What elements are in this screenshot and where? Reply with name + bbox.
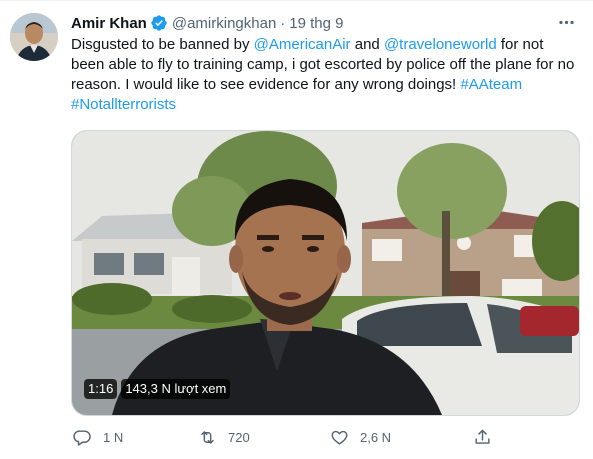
more-icon — [558, 20, 574, 24]
share-icon — [475, 429, 490, 444]
reply-icon — [73, 429, 91, 446]
share-button[interactable] — [473, 428, 503, 447]
hashtag-link[interactable]: #AAteam — [460, 76, 522, 93]
retweet-count: 720 — [228, 429, 250, 445]
mention-link[interactable]: @traveloneworld — [384, 36, 497, 53]
tweet[interactable]: Amir Khan @amirkingkhan · 19 thg 9 Disgu… — [0, 0, 593, 459]
video-overlay: 1:16 143,3 N lượt xem — [84, 379, 231, 399]
tweet-date[interactable]: 19 thg 9 — [289, 15, 343, 32]
author-name[interactable]: Amir Khan — [71, 15, 147, 32]
mention-link[interactable]: @AmericanAir — [254, 36, 351, 53]
like-button[interactable]: 2,6 N — [330, 428, 473, 447]
separator: · — [280, 14, 286, 32]
reply-count: 1 N — [103, 429, 124, 445]
video-thumbnail — [72, 131, 579, 415]
more-button[interactable] — [555, 11, 577, 33]
text-part: and — [350, 36, 384, 53]
reply-button[interactable]: 1 N — [73, 428, 198, 447]
text-part: Disgusted to be banned by — [71, 36, 254, 53]
retweet-icon — [201, 430, 214, 444]
video-duration: 1:16 — [84, 379, 118, 399]
tweet-actions: 1 N 720 2,6 N — [71, 425, 511, 449]
like-icon — [331, 430, 348, 445]
video-views: 143,3 N lượt xem — [121, 379, 231, 399]
tweet-header: Amir Khan @amirkingkhan · 19 thg 9 — [71, 13, 577, 33]
video-player[interactable]: 1:16 143,3 N lượt xem — [71, 130, 580, 416]
verified-badge-icon — [151, 15, 167, 31]
tweet-text: Disgusted to be banned by @AmericanAir a… — [71, 35, 577, 115]
like-count: 2,6 N — [360, 429, 392, 445]
avatar[interactable] — [10, 13, 58, 61]
hashtag-link[interactable]: #Notallterrorists — [71, 96, 176, 113]
author-handle[interactable]: @amirkingkhan — [172, 15, 276, 32]
retweet-button[interactable]: 720 — [198, 428, 330, 447]
